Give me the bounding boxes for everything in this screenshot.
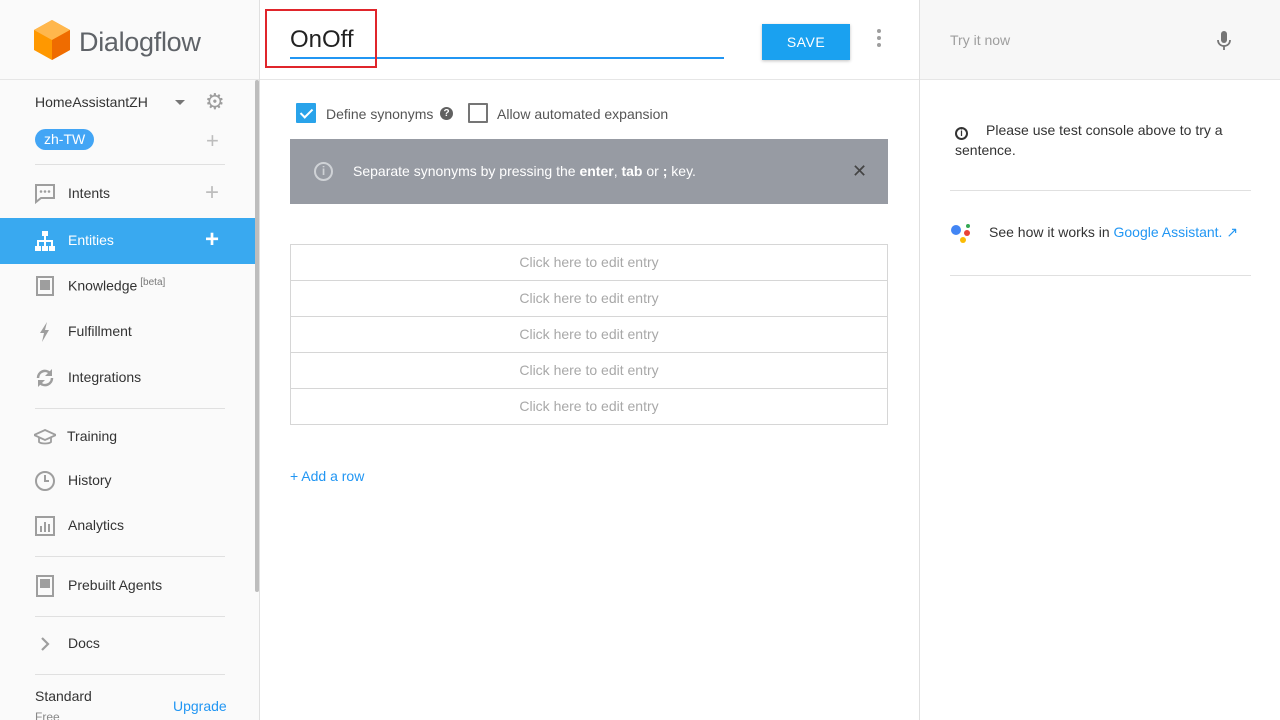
sidebar-item-fulfillment[interactable]: Fulfillment bbox=[0, 309, 255, 355]
external-link-icon[interactable]: ↗ bbox=[1226, 224, 1238, 240]
bar-chart-icon bbox=[35, 516, 55, 536]
info-sep: or bbox=[642, 163, 663, 179]
entry-row[interactable]: Click here to edit entry bbox=[290, 316, 888, 353]
google-assistant-row: See how it works in Google Assistant. ↗ bbox=[950, 222, 1250, 246]
sidebar-item-training[interactable]: Training bbox=[0, 414, 255, 460]
sidebar-item-history[interactable]: History bbox=[0, 458, 255, 504]
logo[interactable]: Dialogflow bbox=[0, 0, 259, 80]
upgrade-link[interactable]: Upgrade bbox=[173, 698, 227, 714]
info-icon: i bbox=[314, 162, 333, 181]
sidebar-item-label: Docs bbox=[68, 635, 100, 651]
plan-name: Standard bbox=[35, 688, 92, 704]
agent-name: HomeAssistantZH bbox=[35, 94, 148, 110]
help-icon[interactable]: ? bbox=[440, 107, 453, 120]
console-note: i Please use test console above to try a … bbox=[955, 120, 1245, 160]
sidebar-item-knowledge[interactable]: Knowledge [beta] bbox=[0, 263, 255, 309]
synonym-info-banner: i Separate synonyms by pressing the ente… bbox=[290, 139, 888, 204]
google-assistant-icon bbox=[951, 224, 970, 243]
beta-badge: [beta] bbox=[140, 277, 166, 288]
google-assistant-text: See how it works in Google Assistant. ↗ bbox=[989, 224, 1238, 241]
entry-table: Click here to edit entry Click here to e… bbox=[290, 244, 888, 425]
entity-editor: SAVE Define synonyms ? Allow automated e… bbox=[260, 0, 919, 720]
sidebar-item-label: Knowledge bbox=[68, 277, 138, 294]
define-synonyms-checkbox[interactable] bbox=[296, 103, 316, 123]
sidebar-item-entities[interactable]: Entities + bbox=[0, 218, 255, 264]
info-key-tab: tab bbox=[621, 163, 643, 179]
divider bbox=[35, 408, 225, 409]
info-text-suffix: key. bbox=[667, 163, 696, 179]
divider bbox=[35, 674, 225, 675]
divider bbox=[35, 616, 225, 617]
highlight-annotation-box bbox=[265, 9, 377, 68]
agent-book-icon bbox=[36, 575, 54, 597]
sidebar-item-label: Intents bbox=[68, 185, 111, 201]
info-icon: i bbox=[955, 127, 968, 140]
google-assistant-link[interactable]: Google Assistant. bbox=[1114, 224, 1223, 240]
info-text: Separate synonyms by pressing the enter,… bbox=[353, 163, 696, 179]
test-console: Try it now i Please use test console abov… bbox=[919, 0, 1280, 720]
sidebar-item-label: Entities bbox=[68, 232, 114, 248]
language-chip[interactable]: zh-TW bbox=[35, 129, 95, 150]
entry-row[interactable]: Click here to edit entry bbox=[290, 244, 888, 281]
try-it-bar: Try it now bbox=[920, 0, 1280, 80]
entry-row[interactable]: Click here to edit entry bbox=[290, 388, 888, 425]
save-button[interactable]: SAVE bbox=[762, 24, 850, 60]
divider bbox=[950, 190, 1251, 191]
add-intent-icon[interactable]: + bbox=[205, 180, 219, 206]
entity-header: SAVE bbox=[260, 0, 919, 80]
sidebar-item-prebuilt-agents[interactable]: Prebuilt Agents bbox=[0, 563, 255, 609]
plan-tier: Free bbox=[35, 710, 60, 720]
chevron-right-icon bbox=[41, 637, 50, 651]
sidebar-scrollbar[interactable] bbox=[255, 80, 259, 592]
try-it-input[interactable]: Try it now bbox=[950, 32, 1010, 48]
clock-icon bbox=[35, 471, 55, 491]
automated-expansion-checkbox[interactable] bbox=[468, 103, 488, 123]
logo-text: Dialogflow bbox=[79, 27, 201, 57]
divider bbox=[35, 556, 225, 557]
automated-expansion-label: Allow automated expansion bbox=[497, 106, 669, 122]
dialogflow-logo-icon bbox=[34, 20, 70, 60]
chevron-down-icon[interactable] bbox=[175, 100, 185, 105]
google-assistant-prefix: See how it works in bbox=[989, 224, 1114, 240]
graduation-cap-icon bbox=[34, 429, 56, 445]
chat-bubble-icon bbox=[35, 184, 55, 205]
sidebar-item-label: Integrations bbox=[68, 369, 142, 385]
sync-icon bbox=[36, 369, 54, 387]
sidebar-item-docs[interactable]: Docs bbox=[0, 621, 255, 667]
entry-row[interactable]: Click here to edit entry bbox=[290, 352, 888, 389]
console-note-text: Please use test console above to try a s… bbox=[955, 122, 1223, 158]
hierarchy-icon bbox=[35, 231, 55, 251]
book-icon bbox=[36, 276, 54, 296]
sidebar-item-intents[interactable]: Intents + bbox=[0, 171, 255, 217]
entry-row[interactable]: Click here to edit entry bbox=[290, 280, 888, 317]
sidebar-item-integrations[interactable]: Integrations bbox=[0, 355, 255, 401]
sidebar: Dialogflow HomeAssistantZH ⚙ zh-TW + Int… bbox=[0, 0, 260, 720]
sidebar-item-analytics[interactable]: Analytics bbox=[0, 503, 255, 549]
add-entity-icon[interactable]: + bbox=[205, 227, 219, 253]
gear-icon[interactable]: ⚙ bbox=[205, 91, 225, 113]
more-options-icon[interactable] bbox=[873, 29, 885, 51]
lightning-icon bbox=[40, 322, 49, 342]
sidebar-item-label: History bbox=[68, 472, 112, 488]
add-row-link[interactable]: + Add a row bbox=[290, 468, 364, 484]
sidebar-item-label-wrap: Knowledge [beta] bbox=[68, 277, 165, 294]
info-key-enter: enter bbox=[579, 163, 614, 179]
add-language-icon[interactable]: + bbox=[206, 130, 219, 152]
divider bbox=[35, 164, 225, 165]
close-icon[interactable]: ✕ bbox=[852, 161, 867, 181]
entity-options: Define synonyms ? Allow automated expans… bbox=[296, 103, 896, 125]
sidebar-item-label: Prebuilt Agents bbox=[68, 577, 163, 593]
sidebar-item-label: Training bbox=[67, 428, 118, 444]
sidebar-item-label: Fulfillment bbox=[68, 323, 132, 339]
define-synonyms-label: Define synonyms bbox=[326, 106, 434, 122]
sidebar-item-label: Analytics bbox=[68, 517, 125, 533]
microphone-icon[interactable] bbox=[1217, 30, 1231, 52]
info-text-prefix: Separate synonyms by pressing the bbox=[353, 163, 580, 179]
agent-selector[interactable]: HomeAssistantZH ⚙ bbox=[35, 91, 227, 114]
divider bbox=[950, 275, 1251, 276]
